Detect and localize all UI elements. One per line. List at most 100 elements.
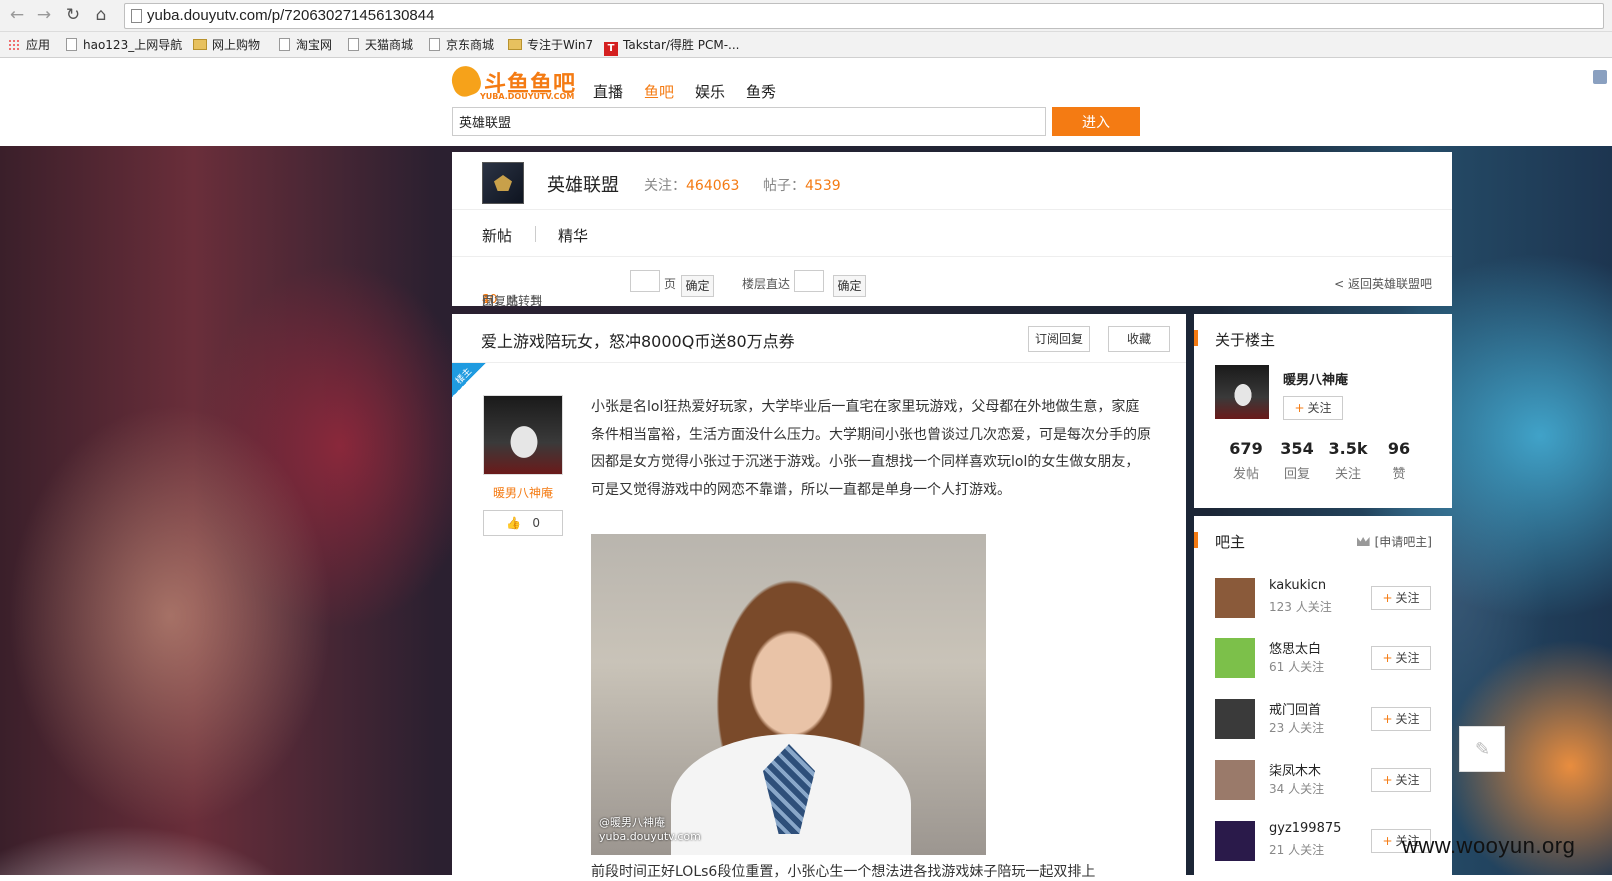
stat-value: 3.5k: [1328, 439, 1368, 458]
owner-name[interactable]: 暖男八神庵: [1283, 369, 1348, 388]
post-image[interactable]: @暖男八神庵 yuba.douyutv.com: [591, 534, 986, 855]
bookmark-takstar[interactable]: T Takstar/得胜 PCM-...: [604, 37, 740, 56]
stat-value: 96: [1387, 439, 1411, 458]
write-post-button[interactable]: ✎: [1459, 726, 1505, 772]
follow-moderator-button[interactable]: + 关注: [1371, 707, 1431, 731]
bookmark-taobao[interactable]: 淘宝网: [279, 37, 332, 53]
url-text: yuba.douyutv.com/p/720630271456130844: [147, 7, 435, 24]
enter-button[interactable]: 进入: [1052, 107, 1140, 136]
bookmark-win7[interactable]: 专注于Win7: [508, 37, 593, 53]
nav-item-entertainment[interactable]: 娱乐: [695, 81, 725, 102]
moderator-avatar[interactable]: [1215, 821, 1255, 861]
stat-label: 发帖: [1232, 467, 1259, 482]
search-input[interactable]: [452, 107, 1046, 136]
plus-icon: +: [1382, 773, 1393, 787]
back-to-forum-link[interactable]: < 返回英雄联盟吧: [1334, 275, 1432, 292]
pencil-icon: ✎: [1475, 739, 1491, 760]
favorite-button[interactable]: 收藏: [1108, 326, 1170, 352]
nav-item-yuxiu[interactable]: 鱼秀: [746, 81, 776, 102]
page-jump-input[interactable]: [630, 270, 660, 292]
like-count: 0: [532, 516, 541, 530]
follow-moderator-button[interactable]: + 关注: [1371, 586, 1431, 610]
browser-toolbar: ← → ↻ ⌂ yuba.douyutv.com/p/7206302714561…: [0, 0, 1612, 32]
nav-item-yuba[interactable]: 鱼吧: [644, 81, 674, 102]
posts-count: 4539: [805, 178, 841, 194]
stat-value: 354: [1280, 439, 1314, 458]
bookmark-shopping[interactable]: 网上购物: [193, 37, 260, 53]
panel-title: 吧主: [1215, 533, 1246, 551]
bookmark-tmall[interactable]: 天猫商城: [348, 37, 413, 53]
site-watermark: www.wooyun.org: [1402, 833, 1576, 858]
forward-arrow-icon[interactable]: →: [33, 4, 55, 26]
bookmark-jd[interactable]: 京东商城: [429, 37, 494, 53]
tab-new-posts[interactable]: 新帖: [482, 225, 512, 246]
address-bar[interactable]: yuba.douyutv.com/p/720630271456130844: [124, 3, 1604, 29]
page-icon: [66, 38, 77, 51]
floor-jump-confirm-button[interactable]: 确定: [833, 275, 866, 297]
forum-name[interactable]: 英雄联盟: [547, 171, 619, 197]
post-title: 爱上游戏陪玩女，怒冲8000Q币送80万点券: [481, 332, 795, 351]
moderator-avatar[interactable]: [1215, 699, 1255, 739]
moderator-name[interactable]: 悠思太白: [1269, 638, 1321, 657]
bookmark-apps[interactable]: 应用: [8, 37, 50, 53]
bookmark-label: 应用: [26, 38, 51, 52]
divider: [452, 362, 1186, 363]
follow-moderator-button[interactable]: + 关注: [1371, 646, 1431, 670]
page-icon: [131, 9, 142, 23]
page-icon: [279, 38, 290, 51]
follow-count: 464063: [686, 178, 740, 194]
moderator-name[interactable]: gyz199875: [1269, 821, 1341, 836]
page-jump-confirm-button[interactable]: 确定: [681, 275, 714, 297]
moderator-name[interactable]: 戒门回首: [1269, 699, 1321, 718]
back-arrow-icon[interactable]: ←: [6, 4, 28, 26]
page-suffix: 页，跳转到: [482, 294, 543, 308]
stat-label: 赞: [1392, 467, 1406, 482]
apps-grid-icon: [8, 39, 20, 51]
fish-logo-icon: [447, 62, 485, 100]
apply-moderator-link[interactable]: [申请吧主]: [1356, 533, 1432, 550]
floor-jump-input[interactable]: [794, 270, 824, 292]
moderator-name[interactable]: kakukicn: [1269, 578, 1326, 593]
like-button[interactable]: 👍 0: [483, 510, 563, 536]
moderator-row: 悠思太白 61 人关注 + 关注: [1194, 638, 1452, 694]
author-avatar[interactable]: [483, 395, 563, 475]
post-card: 爱上游戏陪玩女，怒冲8000Q币送80万点券 订阅回复 收藏 楼主 暖男八神庵 …: [452, 314, 1186, 880]
stat-value: 679: [1229, 439, 1263, 458]
accent-bar: [1194, 330, 1198, 346]
moderator-avatar[interactable]: [1215, 578, 1255, 618]
owner-avatar[interactable]: [1215, 365, 1269, 419]
image-watermark: @暖男八神庵 yuba.douyutv.com: [599, 816, 701, 844]
follow-moderator-button[interactable]: + 关注: [1371, 768, 1431, 792]
post-body: 小张是名lol狂热爱好玩家，大学毕业后一直宅在家里玩游戏，父母都在外地做生意，家…: [591, 399, 1151, 498]
thumbs-up-icon: 👍: [505, 516, 521, 530]
follow-owner-button[interactable]: + 关注: [1283, 396, 1343, 420]
moderator-avatar[interactable]: [1215, 760, 1255, 800]
moderator-fans: 123 人关注: [1269, 600, 1332, 614]
extension-icon[interactable]: [1593, 70, 1607, 84]
forum-follow-stat: 关注：464063: [644, 175, 739, 195]
bookmark-label: hao123_上网导航: [83, 38, 183, 52]
moderator-avatar[interactable]: [1215, 638, 1255, 678]
plus-icon: +: [1294, 401, 1305, 415]
stat-label: 关注: [1334, 467, 1361, 482]
plus-icon: +: [1382, 834, 1393, 848]
moderator-name[interactable]: 柒凤木木: [1269, 760, 1321, 779]
moderator-fans: 61 人关注: [1269, 660, 1325, 674]
forum-logo[interactable]: [482, 162, 524, 204]
subscribe-replies-button[interactable]: 订阅回复: [1028, 326, 1090, 352]
tab-featured[interactable]: 精华: [558, 225, 588, 246]
moderator-row: kakukicn 123 人关注 + 关注: [1194, 578, 1452, 634]
moderator-fans: 23 人关注: [1269, 721, 1325, 735]
logo-subtitle: YUBA.DOUYUTV.COM: [480, 92, 575, 101]
follow-label: 关注: [1395, 651, 1420, 665]
author-name[interactable]: 暖男八神庵: [483, 484, 563, 501]
follow-label: 关注: [1307, 401, 1332, 415]
owner-badge-text: 楼主: [454, 366, 474, 387]
moderator-fans: 21 人关注: [1269, 843, 1325, 857]
nav-item-live[interactable]: 直播: [593, 81, 623, 102]
posts-label: 帖子：: [763, 178, 805, 194]
site-logo[interactable]: 斗鱼鱼吧 YUBA.DOUYUTV.COM: [447, 62, 576, 102]
bookmark-hao123[interactable]: hao123_上网导航: [66, 37, 182, 53]
reload-icon[interactable]: ↻: [62, 4, 84, 26]
home-icon[interactable]: ⌂: [90, 4, 112, 26]
